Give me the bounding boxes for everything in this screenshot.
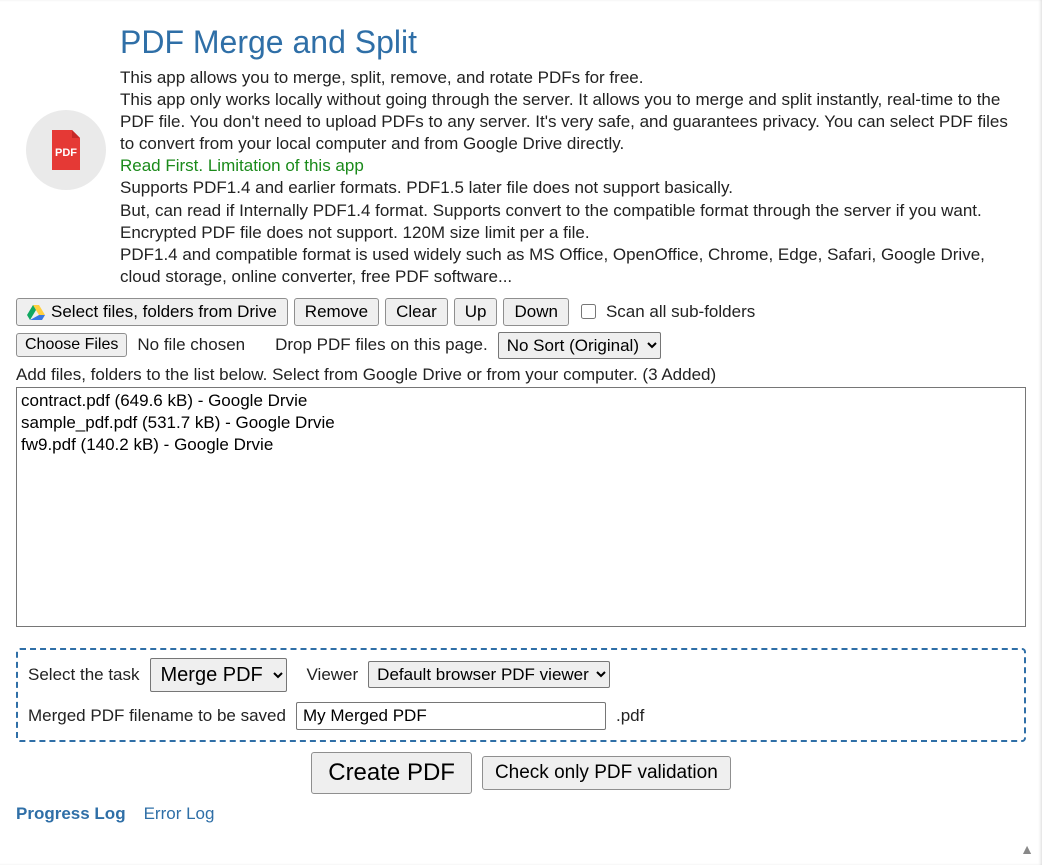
progress-log-link[interactable]: Progress Log [16,804,126,824]
choose-files-button[interactable]: Choose Files [16,333,127,357]
viewer-select[interactable]: Default browser PDF viewer [368,661,610,688]
desc-line-2: This app only works locally without goin… [120,90,1008,153]
scan-subfolders-label: Scan all sub-folders [606,302,755,322]
pdf-icon: PDF [26,110,106,190]
no-file-chosen-label: No file chosen [137,335,245,355]
scan-subfolders-checkbox[interactable] [581,304,596,319]
error-log-link[interactable]: Error Log [144,804,215,824]
filename-input[interactable] [296,702,606,730]
select-task-label: Select the task [28,665,140,685]
limitation-title: Read First. Limitation of this app [120,156,364,175]
task-select[interactable]: Merge PDF [150,658,287,692]
desc-line-1: This app allows you to merge, split, rem… [120,68,643,87]
clear-button[interactable]: Clear [385,298,448,326]
page-title: PDF Merge and Split [120,24,1026,61]
drop-files-label: Drop PDF files on this page. [275,335,488,355]
svg-text:PDF: PDF [55,147,77,159]
filename-suffix: .pdf [616,706,644,726]
google-drive-icon [27,304,45,320]
instructions-text: Add files, folders to the list below. Se… [16,365,1026,385]
up-button[interactable]: Up [454,298,498,326]
remove-button[interactable]: Remove [294,298,379,326]
viewer-label: Viewer [307,665,359,685]
limitation-body: Supports PDF1.4 and earlier formats. PDF… [120,178,985,285]
drive-button-label: Select files, folders from Drive [51,302,277,322]
validate-pdf-button[interactable]: Check only PDF validation [482,756,731,790]
create-pdf-button[interactable]: Create PDF [311,752,472,794]
file-list-textarea[interactable] [16,387,1026,627]
down-button[interactable]: Down [503,298,568,326]
select-from-drive-button[interactable]: Select files, folders from Drive [16,298,288,326]
sort-select[interactable]: No Sort (Original) [498,332,661,359]
app-description: This app allows you to merge, split, rem… [120,67,1026,288]
resize-arrow-icon: ▲ [1020,841,1034,857]
task-config-box: Select the task Merge PDF Viewer Default… [16,648,1026,742]
filename-label: Merged PDF filename to be saved [28,706,286,726]
